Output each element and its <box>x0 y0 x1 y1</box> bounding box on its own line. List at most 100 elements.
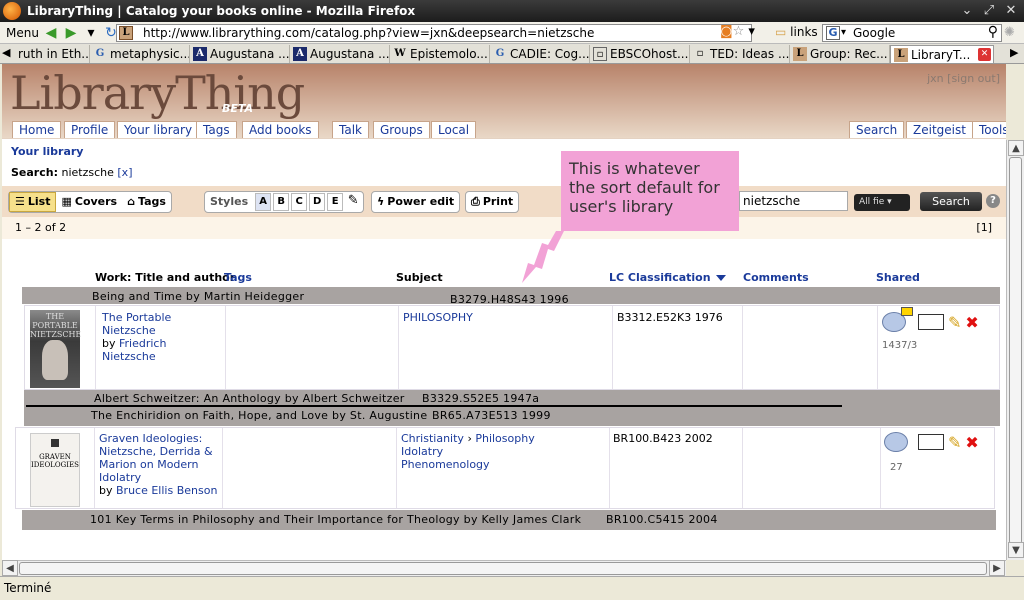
nav-tab-tags[interactable]: Tags <box>196 121 237 138</box>
menu-button[interactable]: Menu <box>6 26 39 40</box>
vertical-scrollbar[interactable]: ▲ ▼ <box>1006 140 1024 560</box>
scrollbar-thumb[interactable] <box>1009 157 1022 544</box>
style-d-button[interactable]: D <box>309 193 326 211</box>
nav-tab-add-books[interactable]: Add books <box>242 121 319 138</box>
nav-tab-profile[interactable]: Profile <box>64 121 116 138</box>
edit-pencil-icon[interactable]: ✎ <box>948 313 961 332</box>
web-search-input[interactable]: G ▾ Google ⚲ <box>822 24 1002 42</box>
user-links: jxn [sign out] <box>927 72 1000 85</box>
browser-tab[interactable]: A Augustana ... <box>290 45 390 63</box>
close-tab-icon[interactable]: ✕ <box>978 48 991 61</box>
maximize-icon[interactable]: ⤢ <box>980 2 998 20</box>
history-dropdown-icon[interactable]: ▾ <box>83 25 99 41</box>
nav-tab-search[interactable]: Search <box>849 121 905 138</box>
browser-tab[interactable]: ruth in Eth... <box>14 45 90 63</box>
print-button[interactable]: ⎙ Print <box>465 191 520 213</box>
edit-styles-pencil-icon[interactable]: ✎ <box>345 193 361 211</box>
view-covers-button[interactable]: ▦ Covers <box>56 192 122 212</box>
url-bar[interactable]: L http://www.librarything.com/catalog.ph… <box>116 24 752 42</box>
librarything-logo[interactable]: LibraryThing <box>10 66 305 120</box>
close-window-icon[interactable]: ✕ <box>1002 2 1020 20</box>
column-subject[interactable]: Subject <box>396 271 443 284</box>
browser-tab-active[interactable]: L LibraryT... ✕ <box>890 45 994 63</box>
rss-star-icon[interactable]: ◙☆ ▾ <box>720 24 755 39</box>
edit-pencil-icon[interactable]: ✎ <box>948 433 961 452</box>
shared-count[interactable]: 27 <box>890 462 903 473</box>
style-b-button[interactable]: B <box>273 193 290 211</box>
horizontal-scrollbar[interactable]: ◀ ▶ <box>2 560 1006 576</box>
clear-search-link[interactable]: [x] <box>117 166 132 179</box>
tab-scroll-left-icon[interactable]: ◀ <box>2 46 10 59</box>
search-field-select[interactable]: All fie ▾ <box>854 194 910 211</box>
minimize-icon[interactable]: ⌄ <box>958 2 976 20</box>
subject-link[interactable]: Philosophy <box>475 432 534 445</box>
style-e-button[interactable]: E <box>327 193 344 211</box>
power-edit-button[interactable]: ϟ Power edit <box>371 191 461 213</box>
column-tags[interactable]: Tags <box>224 271 252 284</box>
book-title-link[interactable]: Graven Ideologies: Nietzsche, Derrida & … <box>99 432 218 484</box>
search-engine-dropdown-icon[interactable]: ▾ <box>841 25 846 41</box>
search-term: nietzsche <box>61 166 114 179</box>
forward-icon[interactable]: ▶ <box>63 25 79 41</box>
magnifier-icon[interactable]: ⚲ <box>988 24 998 40</box>
nav-tab-groups[interactable]: Groups <box>373 121 430 138</box>
view-tags-button[interactable]: ⌂ Tags <box>122 192 171 212</box>
catalog-toolbar: ☰ List ▦ Covers ⌂ Tags Styles A B C D E ✎ ϟ… <box>2 186 1006 217</box>
subject-link[interactable]: Phenomenology <box>401 458 605 471</box>
nav-tab-home[interactable]: Home <box>12 121 62 138</box>
nav-tab-zeitgeist[interactable]: Zeitgeist <box>906 121 973 138</box>
tab-label: Epistemolo... <box>410 47 488 61</box>
review-icon[interactable] <box>918 314 944 330</box>
delete-x-icon[interactable]: ✖ <box>965 313 978 332</box>
page-link[interactable]: [1] <box>976 221 992 234</box>
subject-cell: PHILOSOPHY <box>398 306 612 389</box>
help-icon[interactable]: ? <box>986 194 1000 208</box>
style-a-button[interactable]: A <box>255 193 272 211</box>
chevron-down-icon: ▾ <box>887 197 892 207</box>
browser-tab[interactable]: W Epistemolo... <box>390 45 490 63</box>
review-icon[interactable] <box>918 434 944 450</box>
view-covers-label: Covers <box>74 195 118 208</box>
library-search-input[interactable]: nietzsche <box>739 191 848 211</box>
nav-tab-local[interactable]: Local <box>431 121 477 138</box>
scroll-right-icon[interactable]: ▶ <box>989 560 1005 576</box>
browser-tab[interactable]: ▫ EBSCOhost... <box>590 45 690 63</box>
signout-link[interactable]: [sign out] <box>947 72 1000 85</box>
browser-tab[interactable]: A Augustana ... <box>190 45 290 63</box>
tab-scroll-right-icon[interactable]: ▶ <box>1010 46 1018 59</box>
column-lc-classification[interactable]: LC Classification <box>609 271 726 284</box>
book-lc: BR100.C5415 2004 <box>606 513 718 526</box>
author-link[interactable]: Bruce Ellis Benson <box>116 484 217 497</box>
browser-tab[interactable]: ▫ TED: Ideas ... <box>690 45 790 63</box>
shared-count[interactable]: 1437/3 <box>882 340 917 351</box>
library-search-button[interactable]: Search <box>920 192 982 211</box>
view-list-label: List <box>27 195 51 208</box>
members-icon[interactable] <box>884 432 908 452</box>
book-cover[interactable]: GRAVEN IDEOLOGIES <box>30 433 80 507</box>
column-shared[interactable]: Shared <box>876 271 920 284</box>
style-c-button[interactable]: C <box>291 193 308 211</box>
scroll-down-icon[interactable]: ▼ <box>1008 542 1024 558</box>
bookmark-links[interactable]: ▭ links <box>775 25 818 39</box>
browser-tab[interactable]: G CADIE: Cog... <box>490 45 590 63</box>
username-link[interactable]: jxn <box>927 72 944 85</box>
members-icon[interactable] <box>882 307 913 332</box>
book-title-link[interactable]: The Portable Nietzsche <box>102 311 219 337</box>
browser-tab[interactable]: L Group: Rec... <box>790 45 890 63</box>
book-cover[interactable]: THE PORTABLE NIETZSCHE <box>30 310 81 388</box>
your-library-heading[interactable]: Your library <box>11 145 83 158</box>
delete-x-icon[interactable]: ✖ <box>965 433 978 452</box>
scroll-left-icon[interactable]: ◀ <box>2 560 18 576</box>
column-comments[interactable]: Comments <box>743 271 809 284</box>
subject-link[interactable]: PHILOSOPHY <box>403 311 608 324</box>
nav-tab-your-library[interactable]: Your library <box>117 121 200 139</box>
subject-link[interactable]: Idolatry <box>401 445 605 458</box>
nav-tab-tools[interactable]: Tools <box>972 121 1006 138</box>
nav-tab-talk[interactable]: Talk <box>332 121 369 138</box>
browser-tab[interactable]: Gmetaphysic... <box>90 45 190 63</box>
subject-link[interactable]: Christianity <box>401 432 464 445</box>
scroll-up-icon[interactable]: ▲ <box>1008 140 1024 156</box>
back-icon[interactable]: ◀ <box>43 25 59 41</box>
scrollbar-thumb[interactable] <box>19 562 987 575</box>
view-list-button[interactable]: ☰ List <box>9 192 57 212</box>
